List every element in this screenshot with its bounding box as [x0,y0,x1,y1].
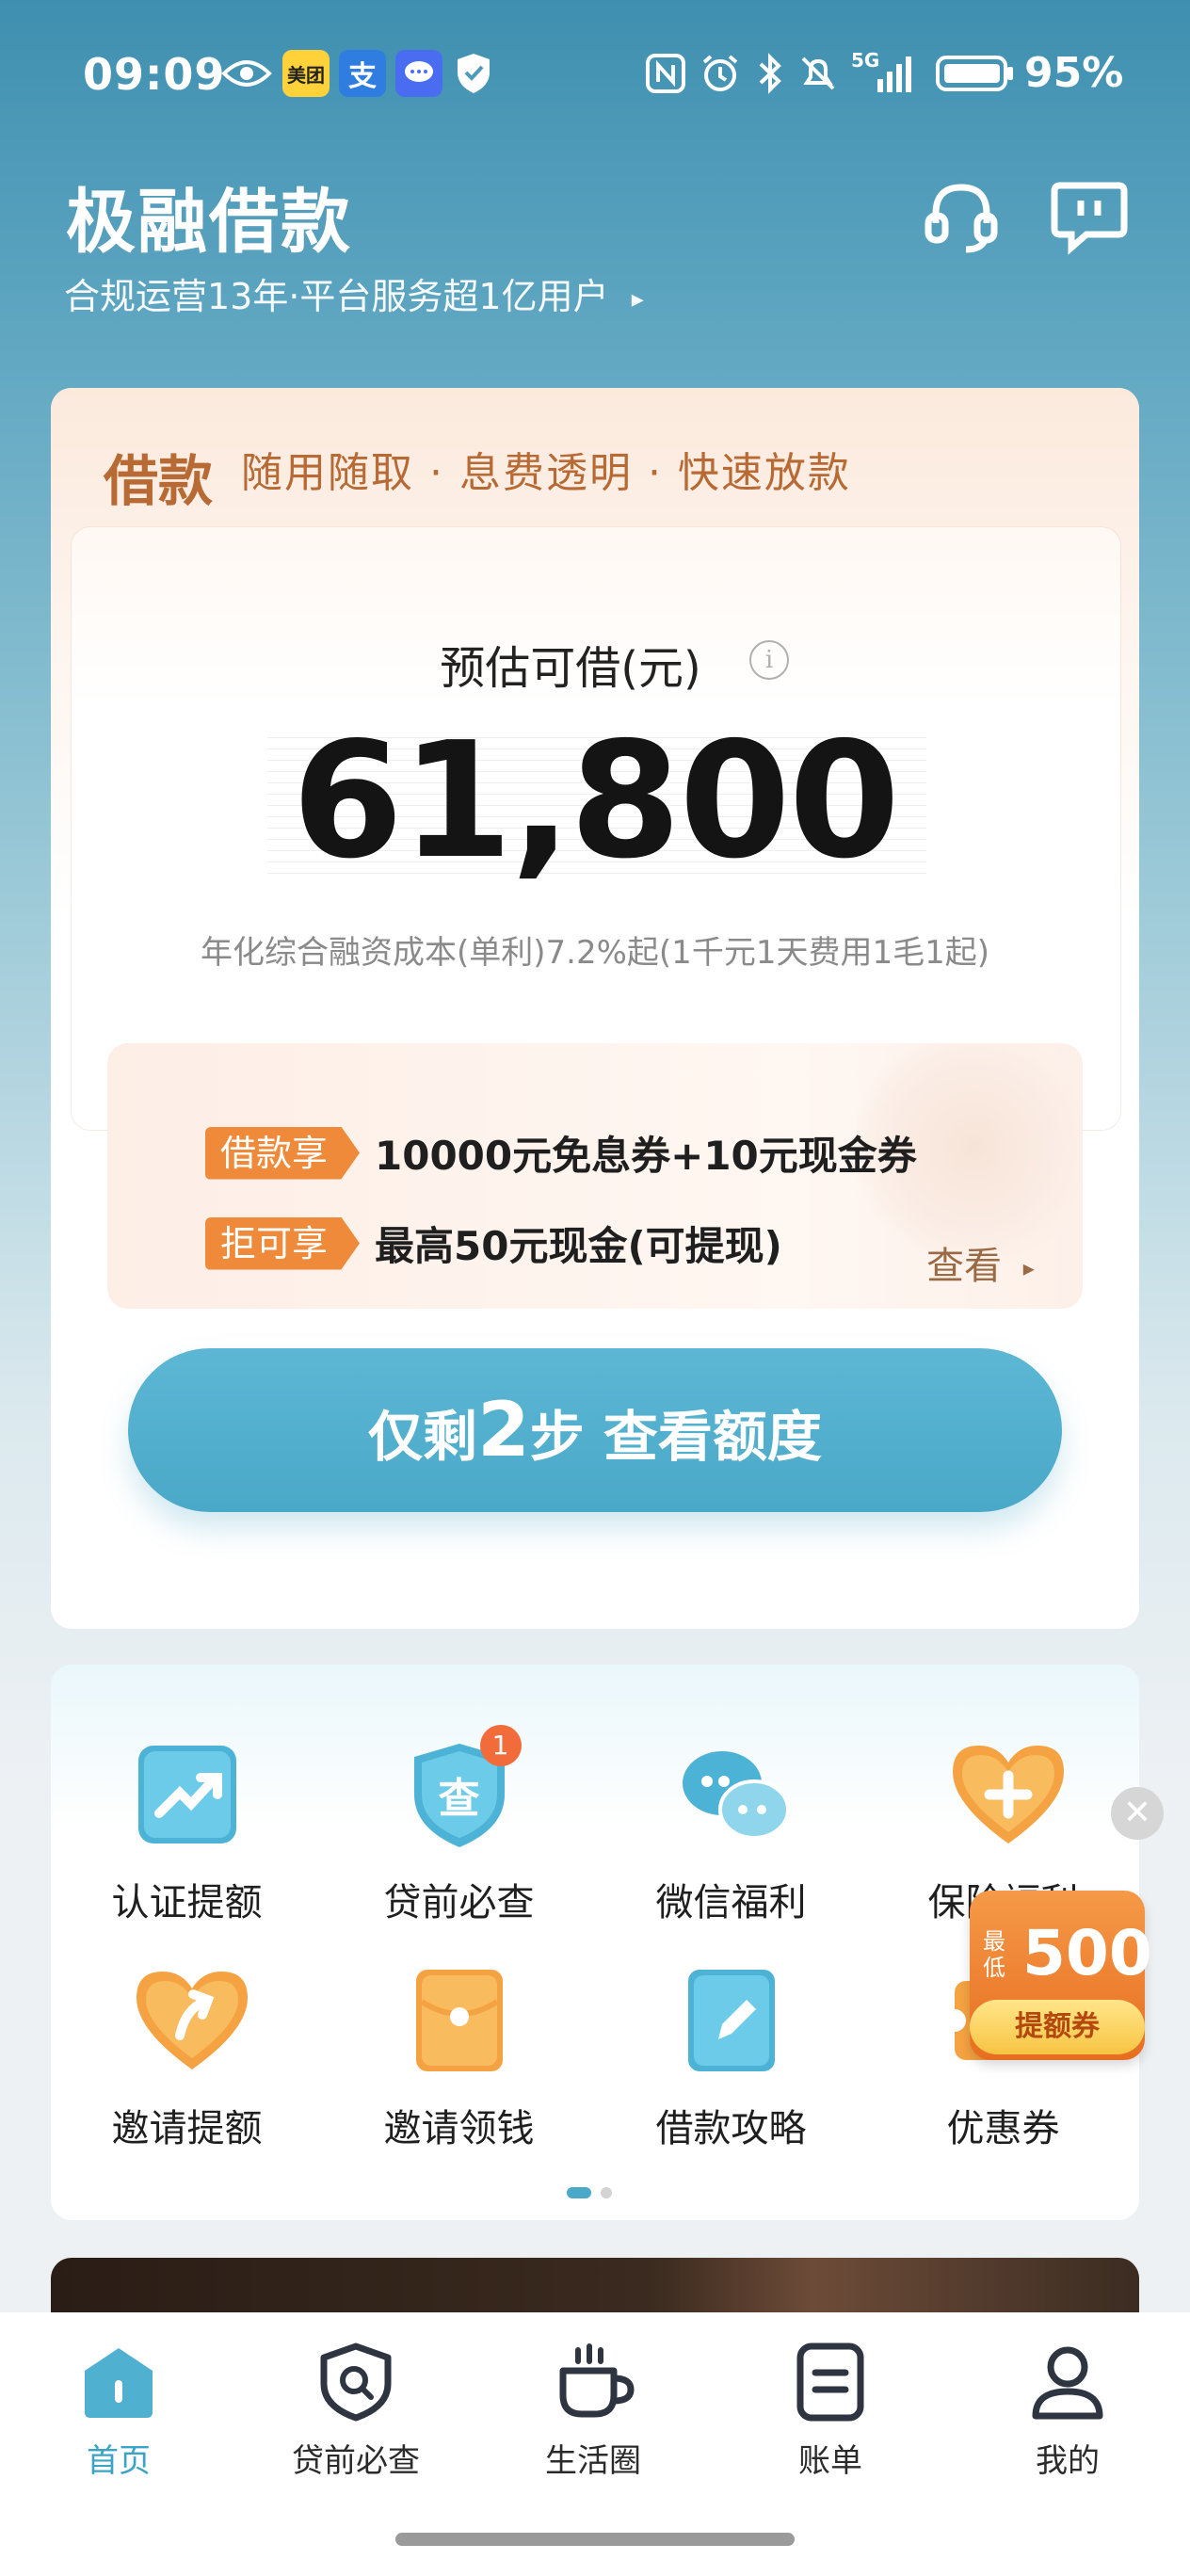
eye-icon [220,53,273,94]
tab-bill[interactable]: 账单 [712,2343,949,2481]
tab-label: 首页 [87,2442,151,2480]
promo-text: 最高50元现金(可提现) [375,1223,782,1269]
coupon-value: 500 [1022,1917,1152,1989]
cta-suffix: 步 查看额度 [529,1405,822,1469]
feature-item-invite-raise[interactable]: 邀请提额 [51,1964,323,2152]
view-link-label: 查看 [926,1245,1002,1288]
tab-precheck[interactable]: 贷前必查 [237,2343,474,2481]
feature-label: 邀请领钱 [383,2107,535,2150]
close-icon[interactable]: ✕ [1111,1787,1164,1840]
feature-item-verify[interactable]: 认证提额 [51,1738,323,1926]
promo-chip: 借款享 [205,1126,361,1180]
battery-percent: 95% [1024,49,1124,97]
loan-tag: 借款 [104,449,214,513]
mute-icon [796,53,840,94]
loan-amount: 61,800 [291,708,900,894]
headset-icon[interactable] [919,174,1004,259]
check-limit-button[interactable]: 仅剩2步 查看额度 [128,1348,1062,1512]
promo-chip: 拒可享 [205,1216,361,1270]
tab-label: 账单 [798,2442,862,2480]
tab-label: 我的 [1036,2442,1100,2480]
coffee-cup-icon [554,2343,635,2422]
info-icon[interactable]: i [749,640,789,680]
tab-life[interactable]: 生活圈 [474,2343,712,2481]
min-label: 最低 [983,1928,1005,1981]
pencil-note-icon [675,1964,788,2077]
page-dot-active [567,2187,591,2198]
heart-arrow-icon [131,1964,248,2077]
floating-coupon-promo[interactable]: 最低 500 提额券 [970,1891,1152,2060]
status-time: 09:09 [83,49,226,100]
nfc-icon [644,53,687,94]
tab-label: 贷前必查 [292,2442,420,2480]
wechat-icon [675,1738,790,1851]
precheck-icon-text: 查 [438,1775,480,1823]
chevron-right-icon: ▸ [1022,1255,1035,1281]
feature-item-guide[interactable]: 借款攻略 [595,1964,867,2152]
tab-label: 生活圈 [545,2442,641,2480]
signal-5g-icon: 5G [849,49,921,94]
tab-mine[interactable]: 我的 [949,2343,1186,2481]
red-envelope-icon [403,1964,516,2077]
app-subtitle-text: 合规运营13年·平台服务超1亿用户 [64,276,609,317]
app-subtitle[interactable]: 合规运营13年·平台服务超1亿用户 ▸ [64,267,644,319]
chevron-right-icon: ▸ [631,284,644,314]
bluetooth-icon [753,53,787,94]
user-icon [1028,2343,1107,2422]
page-dot [601,2187,612,2198]
alarm-icon [699,53,742,94]
tab-home[interactable]: 首页 [0,2343,237,2481]
bill-icon [791,2343,870,2422]
app-title: 极融借款 [66,182,352,263]
home-indicator[interactable] [395,2533,795,2546]
promo-text: 10000元免息券+10元现金券 [375,1133,917,1179]
feature-label: 认证提额 [111,1881,263,1924]
trend-up-icon [131,1738,244,1851]
feature-label: 微信福利 [655,1881,807,1924]
cta-prefix: 仅剩 [368,1405,478,1469]
feature-label: 贷前必查 [383,1881,535,1924]
loan-slogan: 随用随取 · 息费透明 · 快速放款 [241,449,851,497]
alipay-icon: 支 [339,50,386,97]
feature-label: 邀请提额 [111,2107,263,2150]
promo-row: 拒可享 最高50元现金(可提现) [205,1215,782,1272]
message-icon[interactable] [1047,174,1132,259]
promo-row: 借款享 10000元免息券+10元现金券 [205,1124,917,1182]
feature-label: 优惠券 [946,2107,1060,2150]
feature-item-invite-money[interactable]: 邀请领钱 [323,1964,595,2152]
rate-text: 年化综合融资成本(单利)7.2%起(1千元1天费用1毛1起) [201,934,989,972]
feature-item-precheck[interactable]: 查 1 贷前必查 [323,1725,595,1926]
view-link[interactable]: 查看 ▸ [926,1235,1035,1290]
search-shield-icon [316,2343,395,2422]
feature-item-wechat[interactable]: 微信福利 [595,1738,867,1926]
meituan-icon: 美团 [282,50,330,97]
heart-plus-icon [947,1738,1064,1851]
check-shield-icon: 查 1 [403,1725,522,1851]
feature-label: 借款攻略 [655,2107,807,2150]
cta-step-number: 2 [477,1386,530,1473]
estimate-label: 预估可借(元) [440,642,701,695]
home-icon [79,2343,158,2422]
notification-badge: 1 [479,1725,522,1766]
battery-icon [936,53,1015,94]
status-bar: 09:09 美团 支 5G 95% [0,0,1190,151]
coupon-tag: 提额券 [970,2000,1145,2054]
page-indicator [567,2184,621,2202]
loan-card: 借款 随用随取 · 息费透明 · 快速放款 预估可借(元) i 61,800 年… [51,388,1139,1629]
shield-icon [452,53,495,94]
chat-bubble-icon [395,50,442,97]
